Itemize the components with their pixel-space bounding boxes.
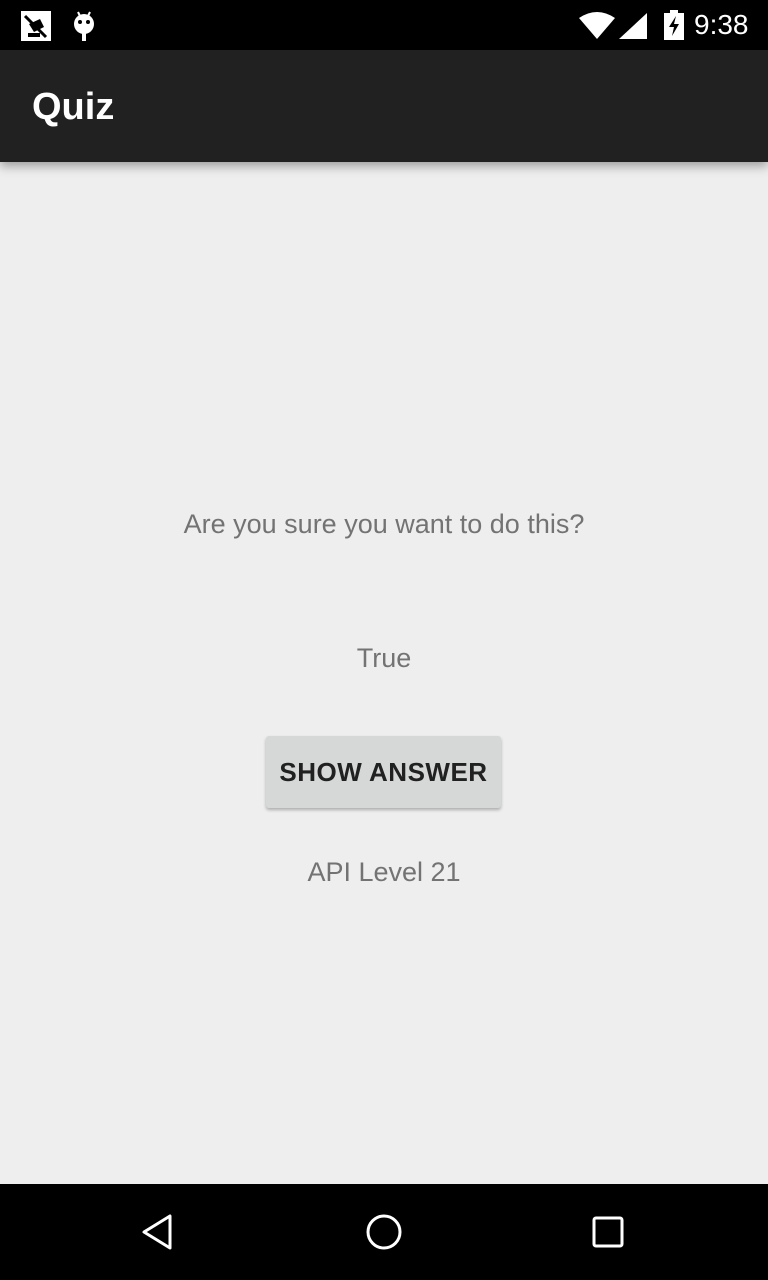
screenshot-notification-icon bbox=[21, 11, 51, 41]
back-icon[interactable] bbox=[136, 1208, 184, 1256]
android-debug-icon bbox=[74, 11, 94, 41]
app-title: Quiz bbox=[32, 86, 115, 128]
question-text: Are you sure you want to do this? bbox=[183, 509, 585, 539]
battery-charging-icon bbox=[664, 10, 684, 40]
cell-signal-icon bbox=[619, 13, 647, 39]
show-answer-button[interactable]: SHOW ANSWER bbox=[266, 736, 501, 808]
wifi-icon bbox=[579, 12, 615, 39]
navigation-bar bbox=[0, 1184, 768, 1280]
app-bar: Quiz bbox=[0, 50, 768, 162]
status-bar: 9:38 bbox=[0, 0, 768, 50]
main-content: Are you sure you want to do this? True S… bbox=[0, 162, 768, 1184]
status-time: 9:38 bbox=[694, 9, 749, 40]
home-icon[interactable] bbox=[360, 1208, 408, 1256]
answer-text: True bbox=[356, 643, 412, 673]
recents-icon[interactable] bbox=[584, 1208, 632, 1256]
api-level-text: API Level 21 bbox=[307, 857, 461, 887]
